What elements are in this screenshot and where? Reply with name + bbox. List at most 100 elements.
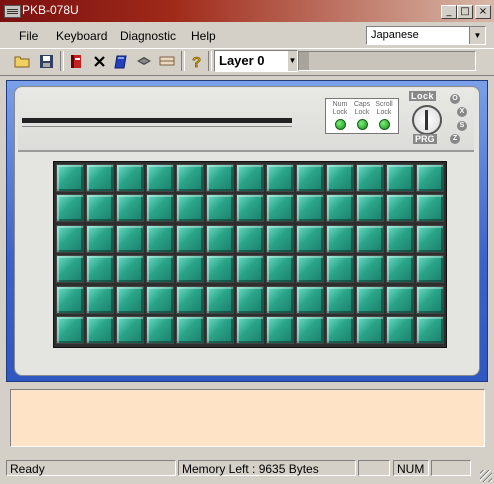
keyboard-key[interactable] — [236, 164, 264, 192]
keyboard-key[interactable] — [206, 194, 234, 223]
keyboard-key[interactable] — [326, 194, 354, 223]
keyboard-key[interactable] — [296, 224, 324, 253]
keyboard-key[interactable] — [116, 255, 144, 284]
maximize-button[interactable]: □ — [457, 5, 473, 19]
keyboard-key[interactable] — [86, 224, 114, 253]
menu-diagnostic[interactable]: Diagnostic — [120, 29, 176, 43]
keyboard-key[interactable] — [176, 255, 204, 284]
keyboard-key[interactable] — [206, 316, 234, 344]
keyboard-key[interactable] — [296, 194, 324, 223]
keyboard-key[interactable] — [146, 316, 174, 344]
keyboard-key[interactable] — [176, 224, 204, 253]
lock-position-z[interactable]: Z — [450, 134, 460, 144]
keyboard-key[interactable] — [176, 316, 204, 344]
keyboard-key[interactable] — [56, 255, 84, 284]
keyboard-key[interactable] — [56, 164, 84, 192]
keyboard-key[interactable] — [296, 285, 324, 314]
keyboard-key[interactable] — [86, 285, 114, 314]
bar-icon[interactable] — [157, 51, 177, 71]
blue-book-icon[interactable] — [111, 51, 131, 71]
keyboard-key[interactable] — [86, 164, 114, 192]
keyboard-key[interactable] — [146, 194, 174, 223]
toolbar-track[interactable] — [298, 51, 476, 71]
keyboard-key[interactable] — [236, 285, 264, 314]
message-area[interactable] — [10, 389, 485, 447]
keyboard-key[interactable] — [296, 255, 324, 284]
keyboard-key[interactable] — [56, 285, 84, 314]
keyboard-key[interactable] — [356, 255, 384, 284]
lock-position-o[interactable]: O — [450, 94, 460, 104]
help-question-icon[interactable]: ? — [187, 51, 207, 71]
keyboard-key[interactable] — [236, 316, 264, 344]
delete-x-icon[interactable] — [89, 51, 109, 71]
keyboard-key[interactable] — [296, 316, 324, 344]
keyboard-key[interactable] — [266, 194, 294, 223]
keyboard-key[interactable] — [236, 255, 264, 284]
keyboard-key[interactable] — [326, 255, 354, 284]
language-select[interactable]: Japanese ▼ — [366, 26, 486, 45]
keyboard-key[interactable] — [326, 316, 354, 344]
keyboard-key[interactable] — [116, 224, 144, 253]
track-thumb[interactable] — [299, 52, 309, 70]
keyboard-key[interactable] — [56, 316, 84, 344]
keyboard-key[interactable] — [416, 224, 444, 253]
keyboard-key[interactable] — [266, 255, 294, 284]
keyboard-key[interactable] — [56, 194, 84, 223]
resize-grip-icon[interactable] — [480, 470, 492, 482]
keyboard-key[interactable] — [146, 224, 174, 253]
keyboard-key[interactable] — [56, 224, 84, 253]
keyboard-key[interactable] — [146, 255, 174, 284]
keyboard-key[interactable] — [86, 255, 114, 284]
keyboard-key[interactable] — [116, 164, 144, 192]
keyboard-key[interactable] — [116, 194, 144, 223]
keyboard-key[interactable] — [116, 316, 144, 344]
keyboard-key[interactable] — [116, 285, 144, 314]
keyboard-key[interactable] — [86, 194, 114, 223]
minimize-button[interactable]: _ — [441, 5, 457, 19]
chevron-down-icon[interactable]: ▼ — [469, 27, 485, 44]
keyboard-key[interactable] — [266, 316, 294, 344]
keyboard-key[interactable] — [386, 255, 414, 284]
keyboard-key[interactable] — [356, 285, 384, 314]
key-lock-switch[interactable] — [412, 105, 442, 135]
keyboard-key[interactable] — [386, 316, 414, 344]
close-button[interactable]: × — [475, 5, 491, 19]
layer-stack-icon[interactable] — [134, 51, 154, 71]
keyboard-key[interactable] — [236, 194, 264, 223]
keyboard-key[interactable] — [356, 224, 384, 253]
keyboard-key[interactable] — [416, 285, 444, 314]
keyboard-key[interactable] — [176, 194, 204, 223]
keyboard-key[interactable] — [206, 224, 234, 253]
keyboard-key[interactable] — [326, 285, 354, 314]
keyboard-key[interactable] — [386, 164, 414, 192]
keyboard-key[interactable] — [356, 194, 384, 223]
lock-position-s[interactable]: S — [457, 121, 467, 131]
keyboard-key[interactable] — [206, 164, 234, 192]
lock-position-x[interactable]: X — [457, 107, 467, 117]
keyboard-key[interactable] — [326, 224, 354, 253]
keyboard-key[interactable] — [206, 255, 234, 284]
keyboard-key[interactable] — [386, 194, 414, 223]
keyboard-key[interactable] — [416, 194, 444, 223]
keyboard-key[interactable] — [356, 164, 384, 192]
menu-keyboard[interactable]: Keyboard — [56, 29, 107, 43]
keyboard-key[interactable] — [326, 164, 354, 192]
title-bar[interactable]: PKB-078U _ □ × — [0, 0, 494, 22]
keyboard-key[interactable] — [176, 285, 204, 314]
keyboard-key[interactable] — [236, 224, 264, 253]
menu-help[interactable]: Help — [191, 29, 216, 43]
keyboard-key[interactable] — [266, 224, 294, 253]
keyboard-app-icon[interactable] — [4, 5, 21, 18]
save-disk-icon[interactable] — [36, 51, 56, 71]
keyboard-key[interactable] — [176, 164, 204, 192]
keyboard-key[interactable] — [386, 285, 414, 314]
open-folder-icon[interactable] — [12, 51, 32, 71]
chevron-down-icon[interactable]: ▼ — [288, 51, 297, 71]
keyboard-key[interactable] — [266, 164, 294, 192]
keyboard-key[interactable] — [146, 285, 174, 314]
keyboard-key[interactable] — [266, 285, 294, 314]
keyboard-key[interactable] — [146, 164, 174, 192]
keyboard-key[interactable] — [416, 255, 444, 284]
menu-file[interactable]: File — [19, 29, 38, 43]
keyboard-key[interactable] — [356, 316, 384, 344]
